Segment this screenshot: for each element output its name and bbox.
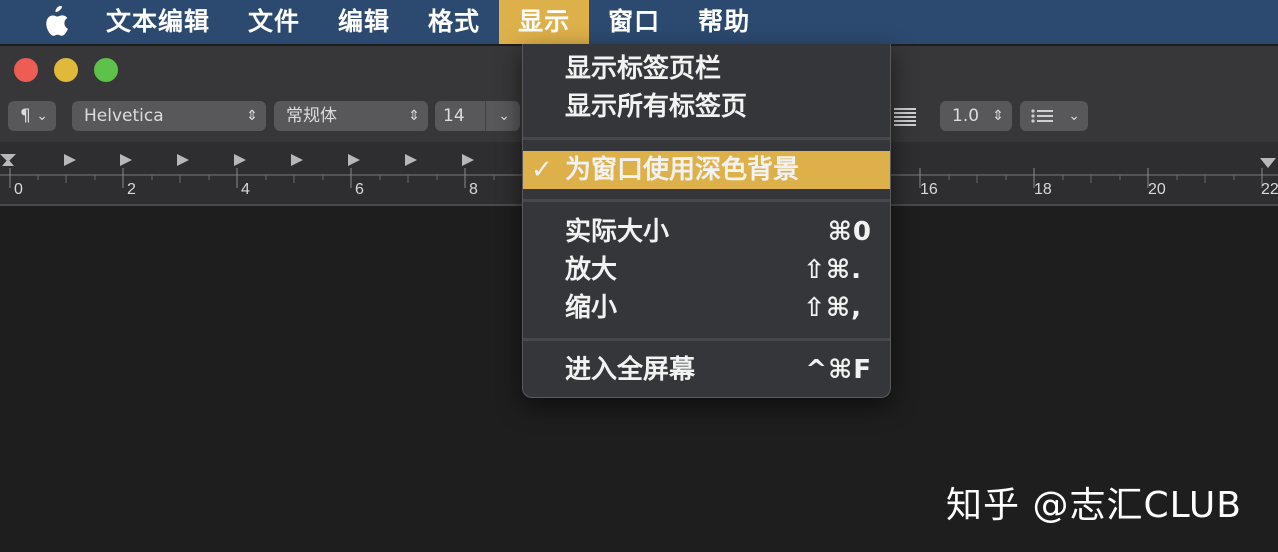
tab-stop[interactable]: [291, 154, 303, 166]
keyboard-shortcut: ⇧⌘,: [803, 293, 862, 323]
chevron-down-icon: ⌄: [1068, 108, 1080, 124]
updown-arrows-icon: ⇕: [246, 108, 258, 124]
tab-stop[interactable]: [405, 154, 417, 166]
zoom-window-button[interactable]: [94, 58, 118, 82]
tab-stop[interactable]: [348, 154, 360, 166]
watermark: 知乎 @志汇CLUB: [946, 485, 1242, 526]
menu-edit[interactable]: 编辑: [319, 0, 409, 44]
ruler-label: 4: [241, 181, 250, 198]
font-family-value: Helvetica: [84, 106, 164, 126]
chevron-down-icon: ⌄: [36, 108, 48, 124]
ruler-label: 0: [14, 181, 23, 198]
justify-icon: [894, 108, 916, 126]
menu-item-label: 显示所有标签页: [565, 92, 748, 122]
menu-item-dark-background[interactable]: ✓ 为窗口使用深色背景: [523, 151, 890, 189]
checkmark-icon: ✓: [531, 155, 553, 185]
menu-item-zoom-in[interactable]: 放大 ⇧⌘.: [523, 251, 890, 289]
keyboard-shortcut: ⇧⌘.: [803, 255, 862, 285]
menu-item-label: 实际大小: [565, 217, 670, 247]
menu-item-show-all-tabs[interactable]: 显示所有标签页: [523, 88, 890, 126]
ruler-label: 22: [1261, 181, 1278, 198]
ruler-label: 16: [920, 181, 938, 198]
menu-item-label: 缩小: [565, 293, 618, 323]
menu-item-show-tab-bar[interactable]: 显示标签页栏: [523, 50, 890, 88]
apple-logo-icon[interactable]: [34, 6, 76, 38]
updown-arrows-icon: ⇕: [408, 108, 420, 124]
menu-item-zoom-out[interactable]: 缩小 ⇧⌘,: [523, 289, 890, 327]
ruler-label: 8: [469, 181, 478, 198]
font-size-value: 14: [443, 106, 465, 126]
font-size-combobox[interactable]: 14 ⌄: [435, 101, 520, 131]
ruler-label: 20: [1148, 181, 1166, 198]
close-window-button[interactable]: [14, 58, 38, 82]
right-indent-marker[interactable]: [1260, 158, 1276, 168]
menu-separator: [523, 199, 890, 202]
menu-item-actual-size[interactable]: 实际大小 ⌘0: [523, 213, 890, 251]
view-menu-dropdown: 显示标签页栏 显示所有标签页 ✓ 为窗口使用深色背景 实际大小 ⌘0 放大 ⇧⌘…: [522, 44, 891, 398]
bulleted-list-icon: [1031, 109, 1053, 123]
tab-stop[interactable]: [234, 154, 246, 166]
menu-window[interactable]: 窗口: [589, 0, 679, 44]
chevron-down-icon: ⌄: [498, 108, 510, 124]
menu-textedit[interactable]: 文本编辑: [76, 0, 229, 44]
line-spacing-select[interactable]: 1.0 ⇕: [940, 101, 1012, 131]
menu-item-label: 为窗口使用深色背景: [565, 155, 800, 185]
paragraph-icon: ¶: [20, 106, 31, 126]
menu-bar: 文本编辑 文件 编辑 格式 显示 窗口 帮助: [0, 0, 1278, 44]
keyboard-shortcut: ^⌘F: [805, 355, 872, 385]
menu-help[interactable]: 帮助: [679, 0, 769, 44]
ruler-label: 18: [1034, 181, 1052, 198]
justify-align-button[interactable]: [888, 101, 924, 131]
list-bullets-dropdown[interactable]: ⌄: [1020, 101, 1088, 131]
menu-item-label: 进入全屏幕: [565, 355, 696, 385]
tab-stop[interactable]: [120, 154, 132, 166]
keyboard-shortcut: ⌘0: [827, 217, 872, 247]
left-indent-marker[interactable]: [2, 159, 14, 166]
divider: [485, 101, 486, 131]
ruler-label: 6: [355, 181, 364, 198]
font-family-select[interactable]: Helvetica ⇕: [72, 101, 266, 131]
font-style-select[interactable]: 常规体 ⇕: [274, 101, 428, 131]
paragraph-style-dropdown[interactable]: ¶ ⌄: [8, 101, 56, 131]
font-style-value: 常规体: [286, 106, 337, 126]
menu-view[interactable]: 显示: [499, 0, 590, 44]
minimize-window-button[interactable]: [54, 58, 78, 82]
updown-arrows-icon: ⇕: [992, 108, 1004, 124]
menu-file[interactable]: 文件: [229, 0, 319, 44]
menu-separator: [523, 137, 890, 140]
tab-stop[interactable]: [64, 154, 76, 166]
menu-item-enter-full-screen[interactable]: 进入全屏幕 ^⌘F: [523, 351, 890, 389]
menu-item-label: 放大: [565, 255, 618, 285]
menu-item-label: 显示标签页栏: [565, 54, 722, 84]
menu-separator: [523, 338, 890, 341]
tab-stop[interactable]: [177, 154, 189, 166]
menu-format[interactable]: 格式: [409, 0, 499, 44]
ruler-label: 2: [127, 181, 136, 198]
line-spacing-value: 1.0: [952, 106, 980, 126]
tab-stop[interactable]: [462, 154, 474, 166]
